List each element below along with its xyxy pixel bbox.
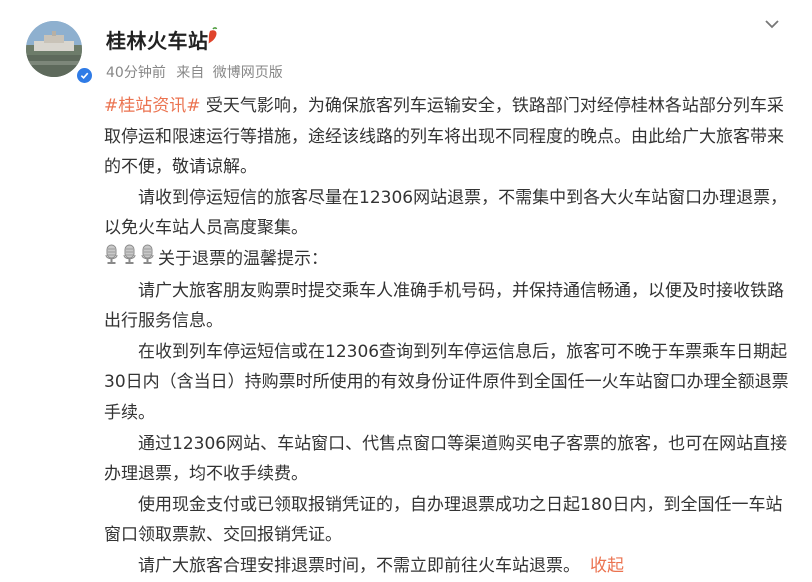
hashtag-link[interactable]: #桂站资讯# (104, 96, 201, 116)
tips-title-line: 关于退票的温馨提示： (104, 244, 794, 276)
post-time[interactable]: 40分钟前 (106, 65, 166, 81)
collapse-link[interactable]: 收起 (590, 556, 624, 576)
station-photo-image (26, 21, 82, 77)
chevron-down-icon[interactable] (762, 14, 782, 34)
weibo-post: 桂林火车站 40分钟前 来自 微博网页版 #桂站资讯# 受天气影响，为确保旅客列… (0, 0, 812, 576)
intro-paragraph: #桂站资讯# 受天气影响，为确保旅客列车运输安全，铁路部门对经停桂林各站部分列车… (104, 91, 794, 183)
red-pepper-icon (206, 27, 220, 49)
verified-badge-icon (76, 67, 93, 84)
source-link[interactable]: 微博网页版 (213, 65, 283, 81)
tip-5: 请广大旅客合理安排退票时间，不需立即前往火车站退票。 (138, 555, 580, 576)
tip-3: 通过12306网站、车站窗口、代售点窗口等渠道购买电子客票的旅客，也可在网站直接… (104, 433, 788, 485)
para-1: 请收到停运短信的旅客尽量在12306网站退票，不需集中到各大火车站窗口办理退票，… (104, 187, 788, 239)
tip-1: 请广大旅客朋友购票时提交乘车人准确手机号码，并保持通信畅通，以便及时接收铁路出行… (104, 280, 784, 332)
microphone-icon (122, 244, 137, 276)
tip-4: 使用现金支付或已领取报销凭证的，自办理退票成功之日起180日内，到全国任一车站窗… (104, 494, 783, 546)
avatar[interactable] (26, 21, 82, 77)
source-prefix: 来自 (176, 65, 205, 81)
username[interactable]: 桂林火车站 (106, 25, 209, 54)
tip-2: 在收到列车停运短信或在12306查询到列车停运信息后，旅客可不晚于车票乘车日期起… (104, 341, 789, 423)
microphone-icon (104, 244, 119, 276)
post-content: #桂站资讯# 受天气影响，为确保旅客列车运输安全，铁路部门对经停桂林各站部分列车… (104, 91, 794, 582)
tips-title: 关于退票的温馨提示： (158, 249, 328, 270)
post-meta: 40分钟前 来自 微博网页版 (106, 62, 283, 82)
microphone-icon (140, 244, 155, 276)
tip-5-line: 请广大旅客合理安排退票时间，不需立即前往火车站退票。 收起 (104, 551, 794, 582)
intro-text: 受天气影响，为确保旅客列车运输安全，铁路部门对经停桂林各站部分列车采取停运和限速… (104, 96, 784, 178)
